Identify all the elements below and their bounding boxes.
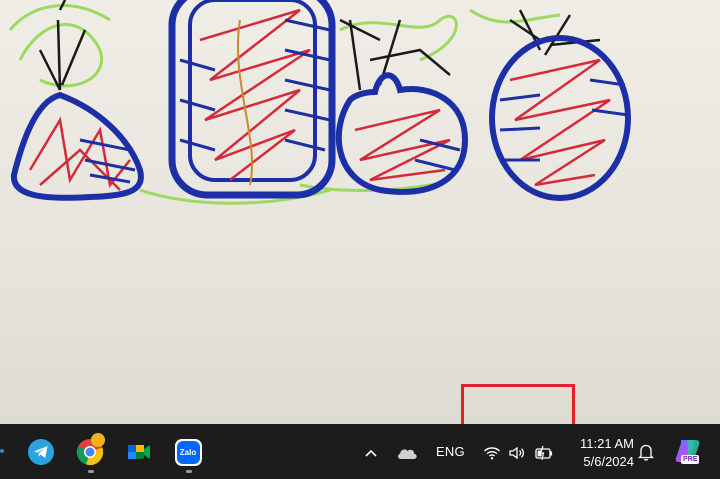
vegetable-gourd — [168, 0, 336, 199]
show-hidden-icons-button[interactable] — [361, 443, 381, 463]
zalo-running-indicator — [186, 470, 192, 473]
clock-button[interactable]: 11:21 AM 5/6/2024 — [568, 435, 634, 471]
battery-button[interactable] — [533, 443, 555, 463]
input-language-indicator[interactable]: ENG — [436, 444, 465, 459]
plant-stems — [38, 0, 601, 91]
network-button[interactable] — [482, 444, 502, 462]
chrome-profile-badge — [91, 433, 105, 447]
clock-time: 11:21 AM — [580, 436, 634, 451]
bell-icon — [638, 444, 654, 461]
copilot-pre-badge: PRE — [681, 455, 700, 464]
zalo-taskbar-button[interactable]: Zalo — [173, 437, 203, 467]
clock-date: 5/6/2024 — [583, 454, 634, 469]
taskbar-edge-indicator — [0, 449, 4, 453]
copilot-button[interactable]: PRE — [672, 436, 702, 466]
wifi-icon — [484, 447, 500, 460]
volume-button[interactable] — [507, 444, 527, 462]
vegetable-drawing — [8, 0, 631, 205]
vegetable-beet — [10, 91, 144, 201]
google-meet-icon — [128, 445, 150, 459]
onedrive-cloud-icon — [398, 449, 417, 459]
vegetable-tomato — [335, 72, 469, 195]
telegram-icon — [28, 439, 54, 465]
speaker-icon — [509, 446, 525, 460]
desktop-wallpaper — [0, 0, 720, 424]
google-meet-taskbar-button[interactable] — [124, 437, 154, 467]
chevron-up-icon — [365, 449, 377, 457]
green-leaf-scribbles — [8, 4, 561, 205]
vegetable-eggplant — [489, 35, 631, 201]
notifications-button[interactable] — [636, 442, 656, 462]
battery-charging-icon — [535, 445, 553, 461]
chrome-taskbar-button[interactable] — [75, 433, 105, 467]
taskbar: Zalo ENG 11:21 AM 5/6/2024 PRE — [0, 424, 720, 479]
telegram-taskbar-button[interactable] — [26, 437, 56, 467]
onedrive-button[interactable] — [395, 443, 419, 463]
zalo-icon: Zalo — [174, 438, 202, 466]
zalo-icon-label: Zalo — [179, 447, 197, 457]
chrome-running-indicator — [88, 470, 94, 473]
